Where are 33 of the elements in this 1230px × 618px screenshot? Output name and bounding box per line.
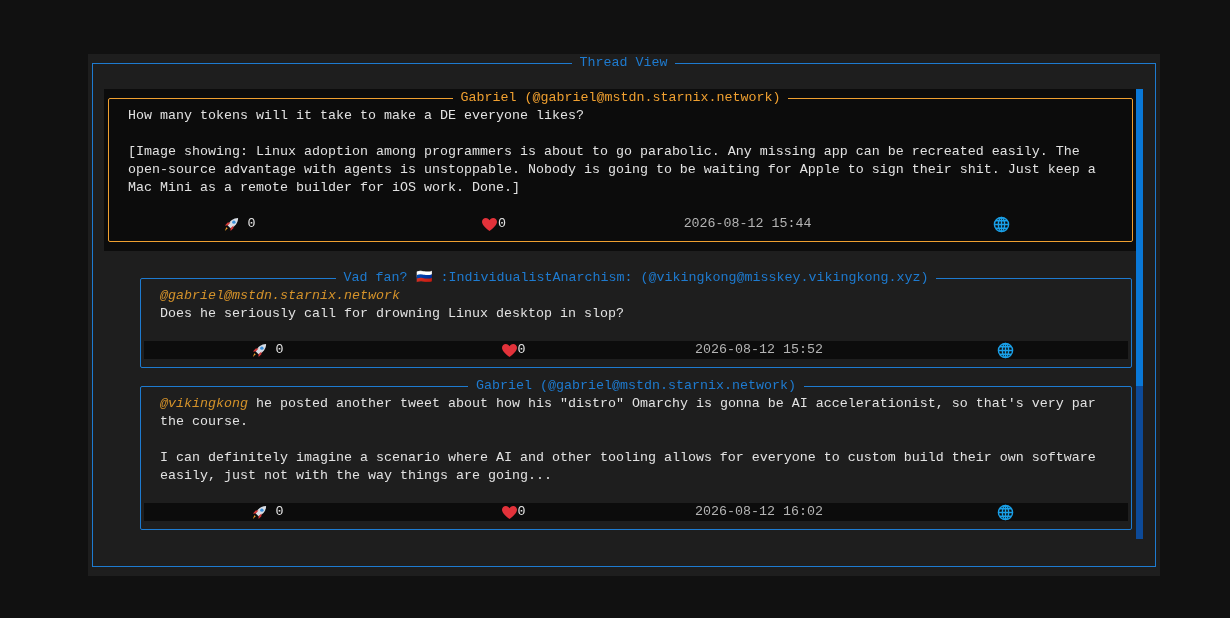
rocket-icon[interactable] bbox=[250, 341, 268, 359]
like-count: 0 bbox=[517, 341, 526, 359]
globe-icon[interactable] bbox=[996, 341, 1014, 359]
post-card[interactable] bbox=[108, 89, 1133, 242]
scroll-bar[interactable] bbox=[1136, 89, 1143, 539]
post-text: [Image showing: Linux adoption among programmers is about to go parabolic. Any missing app can be recreated easily. The open-source advantage with agents is unstoppable. Nobody is going to be waiting for Apple to sign their shit. Just keep a Mac Mini as a remote builder for iOS work. Done.] bbox=[128, 143, 1097, 197]
post-author: Gabriel (@gabriel@mstdn.starnix.network) bbox=[475, 377, 797, 395]
post-date: 2026-08-12 15:52 bbox=[695, 341, 823, 359]
heart-icon[interactable] bbox=[500, 342, 518, 358]
like-count: 0 bbox=[497, 215, 506, 233]
post-date: 2026-08-12 16:02 bbox=[695, 503, 823, 521]
globe-icon[interactable] bbox=[996, 503, 1014, 521]
boost-count: 0 bbox=[246, 215, 256, 233]
globe-icon[interactable] bbox=[993, 215, 1011, 233]
post-text: @vikingkong he posted another tweet about how his "distro" Omarchy is gonna be AI accelerationist, so that's very par the course. bbox=[160, 395, 1097, 431]
post-date: 2026-08-12 15:44 bbox=[683, 215, 812, 233]
post-card[interactable]: Vad fan? 🇷🇺 :IndividualistAnarchism: (@vikingkong@misskey.vikingkong.xyz) @gabriel@mstdn.starnix.network Does he seriously call for drowning Linux desktop in slop? 0 0 2026-08-12 15:52 bbox=[140, 269, 1132, 368]
rocket-icon[interactable] bbox=[222, 215, 240, 233]
rocket-icon[interactable] bbox=[250, 503, 268, 521]
post-text: I can definitely imagine a scenario where AI and other tooling allows for everyone to custom build their own software easily, just not with the way things are going... bbox=[160, 449, 1097, 485]
like-count: 0 bbox=[517, 503, 526, 521]
panel-title: Thread View bbox=[578, 54, 669, 72]
post-author: Vad fan? 🇷🇺 :IndividualistAnarchism: (@vikingkong@misskey.vikingkong.xyz) bbox=[342, 269, 930, 287]
heart-icon[interactable] bbox=[500, 504, 518, 520]
mention-link[interactable]: @gabriel@mstdn.starnix.network bbox=[160, 287, 400, 305]
boost-count: 0 bbox=[274, 341, 284, 359]
post-author: Gabriel (@gabriel@mstdn.starnix.network) bbox=[459, 89, 782, 107]
boost-count: 0 bbox=[274, 503, 284, 521]
post-text: Does he seriously call for drowning Linux desktop in slop? bbox=[160, 305, 625, 323]
post-card[interactable] bbox=[140, 377, 1132, 530]
post-text: How many tokens will it take to make a DE everyone likes? bbox=[128, 107, 585, 125]
heart-icon[interactable] bbox=[480, 216, 498, 232]
mention-link[interactable]: @vikingkong bbox=[160, 396, 248, 411]
